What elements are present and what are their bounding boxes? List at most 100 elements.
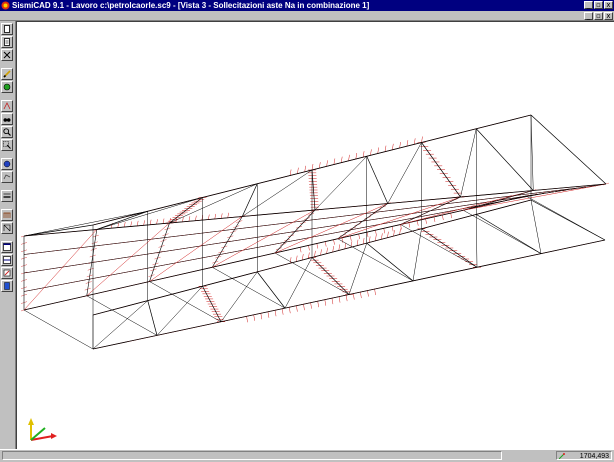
chord-force-hatch (360, 292, 362, 299)
pan-icon (3, 160, 11, 168)
layers-button[interactable] (1, 190, 13, 202)
coordinate-axes-icon (28, 418, 57, 441)
chord-force-hatch (353, 293, 355, 300)
open-document-button[interactable] (1, 36, 13, 48)
chord-force-hatch (296, 305, 298, 312)
chord-force-hatch (117, 222, 120, 228)
chord-force-hatch (450, 213, 452, 219)
chord-force-hatch (302, 254, 304, 261)
export-button[interactable] (1, 280, 13, 292)
chord-force-hatch (375, 230, 377, 236)
chord-force-hatch (310, 302, 312, 309)
frame-button[interactable] (1, 100, 13, 112)
drawing-canvas[interactable] (16, 21, 614, 449)
chord-force-hatch (162, 218, 165, 224)
split-window-icon (3, 256, 11, 264)
chord-force-hatch (340, 156, 343, 163)
cursor-coordinates: 1704,493 (556, 451, 612, 460)
chord-force-hatch (370, 149, 372, 156)
chord-force-hatch (341, 237, 344, 243)
chord-force-hatch (314, 250, 316, 257)
binoculars-icon (3, 118, 11, 122)
back-vertical (475, 128, 534, 191)
chord-force-hatch (260, 313, 263, 320)
structure-view[interactable] (17, 22, 613, 448)
results-icon (3, 269, 11, 277)
vertical-toolbar (0, 21, 16, 461)
chord-force-hatch (267, 311, 270, 318)
chord-force-hatch (297, 167, 299, 174)
back-vertical (421, 142, 461, 198)
split-window-button[interactable] (1, 254, 13, 266)
pencil-icon (3, 70, 11, 78)
chord-force-hatch (188, 216, 191, 222)
chord-force-hatch (350, 235, 352, 241)
grid-button[interactable] (1, 209, 13, 221)
chord-force-hatch (149, 219, 152, 225)
structure-button[interactable] (1, 222, 13, 234)
cursor-pin-icon (559, 453, 565, 459)
chord-force-hatch (387, 231, 389, 238)
deck-tie (400, 224, 478, 268)
results-button[interactable] (1, 267, 13, 279)
zoom-button[interactable] (1, 126, 13, 138)
back-diagonal (460, 128, 477, 198)
front-vertical (311, 257, 350, 295)
chord-force-hatch (377, 147, 379, 154)
chord-force-hatch (214, 213, 217, 220)
pan-button[interactable] (1, 158, 13, 170)
chord-force-hatch (399, 228, 401, 235)
pencil-button[interactable] (1, 68, 13, 80)
rotate-button[interactable] (1, 171, 13, 183)
chord-force-hatch (345, 295, 348, 302)
chord-force-hatch (227, 212, 229, 218)
chord-force-hatch (317, 301, 319, 308)
layers-icon (3, 193, 11, 198)
chord-force-hatch (304, 165, 306, 172)
new-document-button[interactable] (1, 23, 13, 35)
chord-force-hatch (425, 218, 427, 224)
tools-button[interactable] (1, 49, 13, 61)
chord-force-hatch (289, 257, 292, 264)
open-document-icon (4, 38, 10, 46)
back-diagonal (387, 142, 422, 204)
minimize-button[interactable]: _ (584, 1, 593, 9)
chord-force-hatch (338, 296, 341, 303)
binoculars-button[interactable] (1, 113, 13, 125)
chord-force-hatch (156, 219, 158, 225)
deck-crossbeam (274, 209, 316, 254)
zoom-window-button[interactable] (1, 139, 13, 151)
mdi-close-button[interactable]: x (604, 12, 613, 20)
front-diagonal (348, 243, 367, 295)
back-vertical (530, 114, 607, 185)
node-button[interactable] (1, 81, 13, 93)
close-button[interactable]: x (604, 1, 613, 9)
chord-force-hatch (413, 138, 416, 145)
chord-force-hatch (362, 238, 365, 245)
chord-force-hatch (295, 255, 298, 262)
window-button[interactable] (1, 241, 13, 253)
back-diagonal (530, 114, 534, 191)
deck-tie (212, 267, 286, 309)
back-diagonal (23, 211, 148, 237)
sismicad-logo-icon (1, 1, 10, 10)
rotate-icon (3, 174, 11, 180)
chord-force-hatch (408, 222, 411, 228)
chord-force-hatch (416, 220, 419, 226)
structure-icon (3, 224, 11, 232)
truss-structure-wireframe (23, 114, 607, 350)
mdi-minimize-button[interactable]: _ (584, 12, 593, 20)
deck-bracing (400, 190, 534, 225)
window-title: SismiCAD 9.1 - Lavoro c:\petrolcaorle.sc… (12, 1, 370, 10)
chord-force-hatch (324, 241, 327, 247)
chord-force-hatch (324, 299, 327, 306)
maximize-button[interactable]: ▫ (594, 1, 603, 9)
deck-crossbeam (211, 216, 243, 268)
mdi-restore-button[interactable]: ▫ (594, 12, 603, 20)
front-diagonal (156, 286, 203, 336)
chord-force-hatch (362, 151, 365, 158)
chord-force-hatch (195, 215, 197, 221)
deck-bracing (463, 183, 607, 211)
chord-force-hatch (143, 220, 145, 226)
coordinates-readout: 1704,493 (579, 453, 609, 460)
